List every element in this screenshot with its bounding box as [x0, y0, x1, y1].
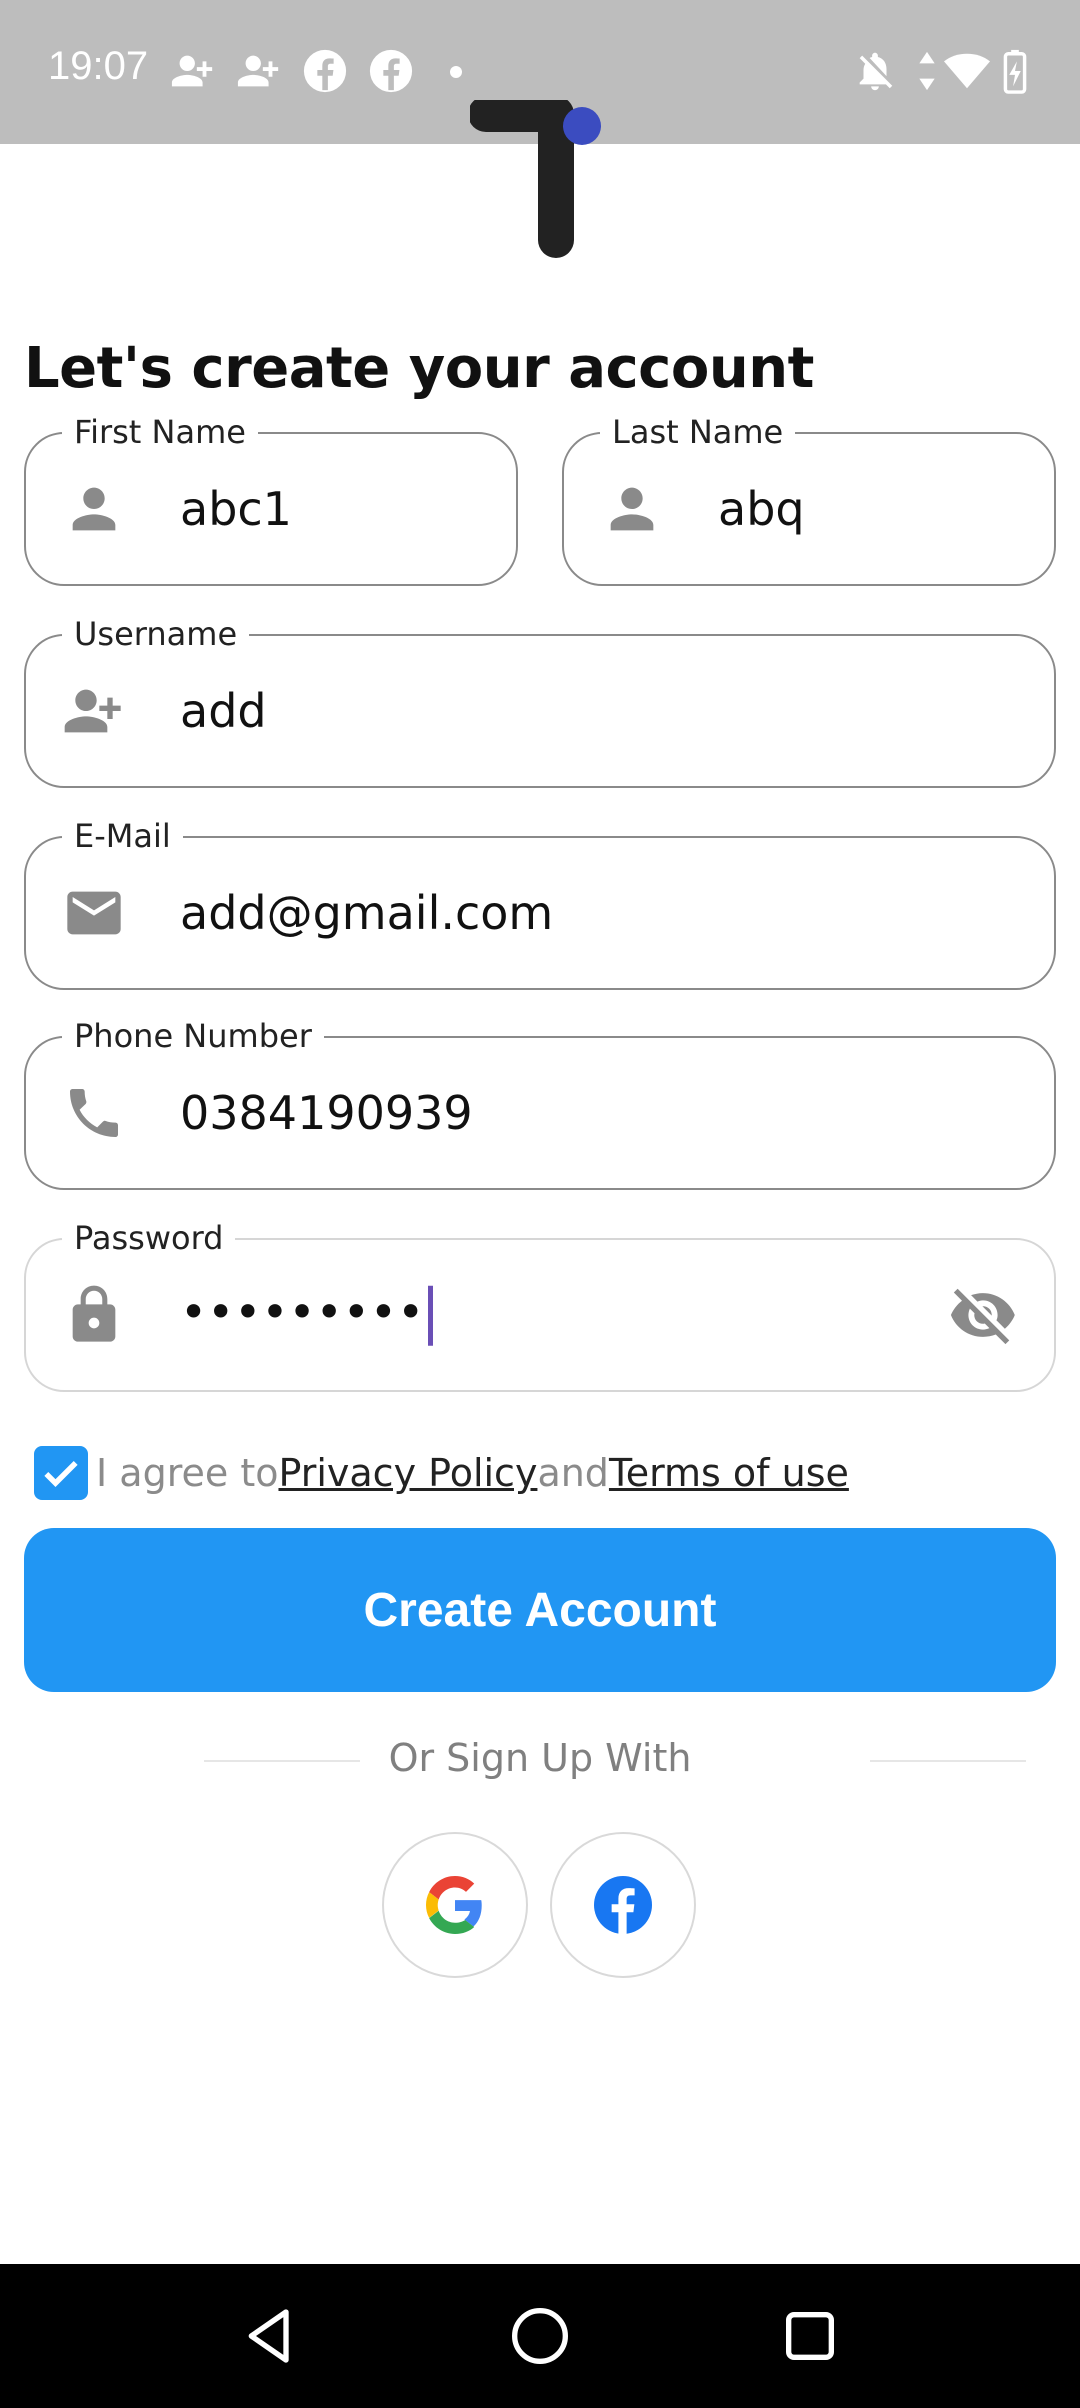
terms-text: I agree toPrivacy PolicyandTerms of use: [96, 1448, 849, 1498]
person-icon: [600, 477, 664, 541]
recents-icon[interactable]: [778, 2304, 842, 2368]
last-name-field[interactable]: Last Name abq: [562, 414, 1056, 586]
person-add-icon: [170, 48, 216, 94]
person-icon: [62, 477, 126, 541]
back-icon[interactable]: [238, 2304, 302, 2368]
username-input[interactable]: add: [180, 684, 267, 738]
eye-off-icon[interactable]: [948, 1280, 1018, 1350]
person-add-icon: [62, 679, 126, 743]
check-icon: [44, 1460, 78, 1487]
navigation-bar: [0, 2264, 1080, 2408]
wifi-icon: [940, 48, 994, 94]
first-name-label: First Name: [62, 414, 258, 450]
last-name-label: Last Name: [600, 414, 796, 450]
text-cursor: [428, 1285, 434, 1346]
terms-and: and: [537, 1451, 609, 1495]
phone-field[interactable]: Phone Number 0384190939: [24, 1018, 1056, 1190]
email-field[interactable]: E-Mail add@gmail.com: [24, 818, 1056, 990]
dot-icon: [450, 66, 462, 78]
username-label: Username: [62, 616, 250, 652]
or-sign-up-text: Or Sign Up With: [388, 1736, 692, 1780]
create-account-button[interactable]: Create Account: [24, 1528, 1056, 1692]
password-input[interactable]: •••••••••: [180, 1285, 434, 1346]
username-field[interactable]: Username add: [24, 616, 1056, 788]
google-signup-button[interactable]: [382, 1832, 528, 1978]
lock-icon: [62, 1283, 126, 1347]
first-name-field[interactable]: First Name abc1: [24, 414, 518, 586]
email-label: E-Mail: [62, 818, 183, 854]
privacy-policy-link[interactable]: Privacy Policy: [278, 1451, 537, 1495]
last-name-input[interactable]: abq: [718, 482, 805, 536]
terms-of-use-link[interactable]: Terms of use: [609, 1451, 849, 1495]
email-input[interactable]: add@gmail.com: [180, 886, 553, 940]
phone-input[interactable]: 0384190939: [180, 1086, 473, 1140]
first-name-input[interactable]: abc1: [180, 482, 292, 536]
facebook-icon: [302, 48, 348, 94]
data-arrows-icon: [910, 48, 944, 94]
notifications-off-icon: [852, 48, 898, 94]
agree-checkbox[interactable]: [34, 1446, 88, 1500]
phone-label: Phone Number: [62, 1018, 324, 1054]
terms-prefix: I agree to: [96, 1451, 279, 1495]
home-icon[interactable]: [508, 2304, 572, 2368]
divider-right: [870, 1760, 1026, 1762]
mail-icon: [62, 881, 126, 945]
password-label: Password: [62, 1220, 236, 1256]
facebook-signup-button[interactable]: [550, 1832, 696, 1978]
page-title: Let's create your account: [24, 336, 814, 401]
google-icon: [426, 1876, 482, 1934]
facebook-icon: [594, 1876, 652, 1934]
app-logo: [468, 96, 610, 260]
password-field[interactable]: Password •••••••••: [24, 1220, 1056, 1392]
person-add-icon: [236, 48, 282, 94]
phone-icon: [62, 1081, 126, 1145]
status-time: 19:07: [48, 44, 149, 88]
facebook-icon: [368, 48, 414, 94]
battery-charging-icon: [1000, 48, 1030, 94]
